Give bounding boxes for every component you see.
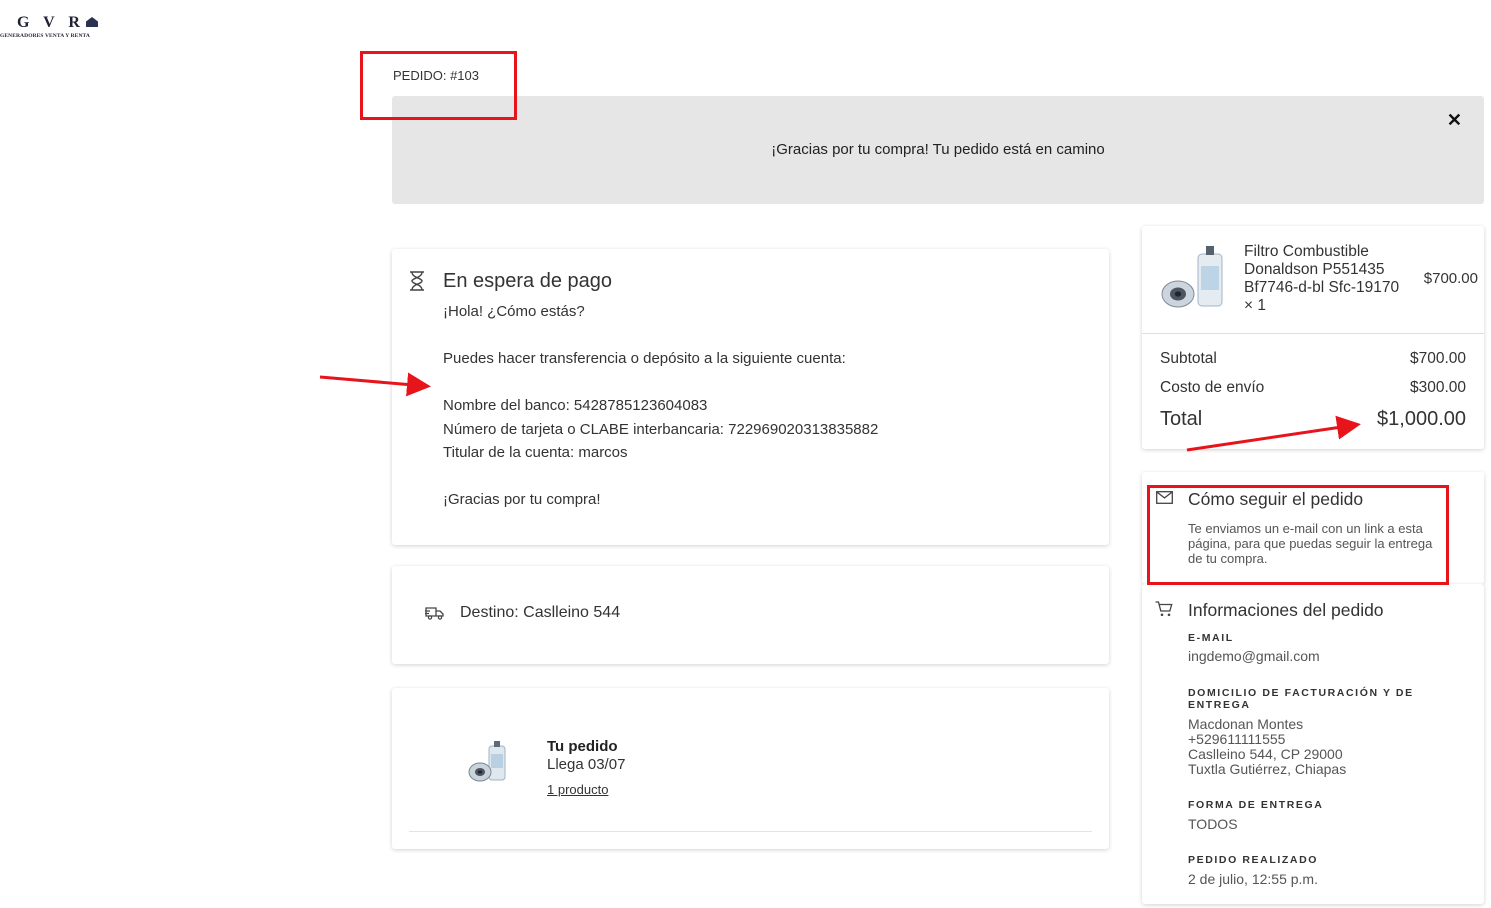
- product-name: Filtro Combustible Donaldson P551435 Bf7…: [1244, 243, 1400, 314]
- destination-address: Destino: Caslleino 544: [460, 604, 621, 621]
- address-street: Caslleino 544, CP 29000: [1188, 746, 1343, 762]
- total-row: Total $1,000.00: [1160, 408, 1466, 431]
- email-label: E-MAIL: [1188, 632, 1234, 644]
- shipment-title: Tu pedido: [547, 738, 618, 755]
- placed-value: 2 de julio, 12:55 p.m.: [1188, 871, 1318, 887]
- bank-name: Nombre del banco: 5428785123604083: [443, 397, 708, 414]
- fuel-filter-image: [468, 741, 506, 782]
- subtotal-label: Subtotal: [1160, 350, 1217, 367]
- address-name: Macdonan Montes: [1188, 716, 1304, 732]
- subtotal-row: Subtotal $700.00: [1160, 350, 1466, 368]
- divider: [1142, 333, 1484, 334]
- destination-card: Destino: Caslleino 544: [392, 566, 1109, 664]
- delivery-value: TODOS: [1188, 816, 1238, 832]
- annotation-box-order: [360, 51, 517, 120]
- order-info-card: Informaciones del pedido E-MAIL ingdemo@…: [1142, 584, 1484, 904]
- account-holder: Titular de la cuenta: marcos: [443, 444, 628, 461]
- product-price: $700.00: [1423, 270, 1478, 287]
- email-value: ingdemo@gmail.com: [1188, 648, 1320, 664]
- placed-label: PEDIDO REALIZADO: [1188, 854, 1319, 866]
- brand-logo: G V R GENERADORES VENTA Y RENTA: [0, 14, 110, 39]
- product-image: [1161, 246, 1223, 308]
- shipment-arrival: Llega 03/07: [547, 756, 626, 773]
- address-phone: +529611111555: [1188, 731, 1286, 747]
- products-link[interactable]: 1 producto: [547, 782, 608, 797]
- truck-icon: [425, 607, 444, 620]
- total-value: $1,000.00: [1377, 408, 1466, 430]
- address-city: Tuxtla Gutiérrez, Chiapas: [1188, 761, 1347, 777]
- shipment-card: Tu pedido Llega 03/07 1 producto: [392, 688, 1109, 849]
- subtotal-value: $700.00: [1409, 350, 1466, 367]
- thank-you-banner: ¡Gracias por tu compra! Tu pedido está e…: [392, 96, 1484, 204]
- delivery-label: FORMA DE ENTREGA: [1188, 799, 1324, 811]
- payment-greeting: ¡Hola! ¿Cómo estás?: [443, 303, 585, 320]
- shipping-label: Costo de envío: [1160, 379, 1265, 396]
- payment-pending-card: En espera de pago ¡Hola! ¿Cómo estás? Pu…: [392, 249, 1109, 545]
- cart-icon: [1155, 601, 1173, 617]
- banner-message: ¡Gracias por tu compra! Tu pedido está e…: [771, 141, 1105, 158]
- logo-subtitle: GENERADORES VENTA Y RENTA: [0, 33, 90, 39]
- payment-thanks: ¡Gracias por tu compra!: [443, 491, 601, 508]
- hourglass-icon: [410, 271, 424, 291]
- divider: [409, 831, 1092, 832]
- logo-mark: G V R: [17, 14, 85, 31]
- close-banner-button[interactable]: ✕: [1447, 110, 1462, 131]
- payment-title: En espera de pago: [443, 270, 613, 292]
- payment-instruction: Puedes hacer transferencia o depósito a …: [443, 350, 846, 367]
- info-title: Informaciones del pedido: [1188, 600, 1384, 620]
- total-label: Total: [1160, 408, 1203, 430]
- order-summary-card: Filtro Combustible Donaldson P551435 Bf7…: [1142, 226, 1484, 449]
- clabe-number: Número de tarjeta o CLABE interbancaria:…: [443, 420, 879, 438]
- house-icon: [85, 17, 98, 27]
- annotation-box-tracking: [1147, 485, 1449, 585]
- payment-instructions: ¡Hola! ¿Cómo estás? Puedes hacer transfe…: [443, 300, 878, 512]
- address-label: DOMICILIO DE FACTURACIÓN Y DE ENTREGA: [1188, 687, 1414, 711]
- shipping-value: $300.00: [1409, 379, 1466, 396]
- shipping-row: Costo de envío $300.00: [1160, 379, 1466, 397]
